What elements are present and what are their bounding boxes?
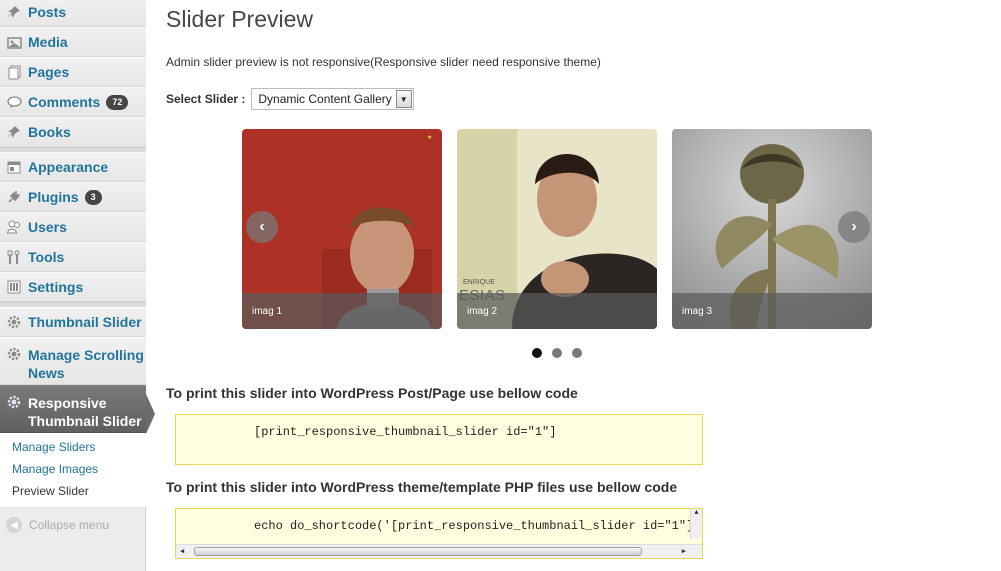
slide-2-overlay-text: ENRIQUE <box>463 279 495 286</box>
menu-label: Appearance <box>28 159 109 175</box>
php-shortcode[interactable]: echo do_shortcode('[print_responsive_thu… <box>254 519 702 533</box>
menu-item-manage-scrolling-news[interactable]: Manage Scrolling News <box>0 337 146 385</box>
slide-caption: imag 3 <box>682 306 713 317</box>
horizontal-scrollbar[interactable]: ◀ ▶ <box>176 544 702 558</box>
menu-label: Responsive Thumbnail Slider <box>28 395 142 429</box>
slider-dot-1[interactable] <box>532 348 542 358</box>
post-shortcode[interactable]: [print_responsive_thumbnail_slider id="1… <box>254 425 556 439</box>
submenu-manage-sliders[interactable]: Manage Sliders <box>0 439 146 461</box>
menu-label: Tools <box>28 249 65 265</box>
chevron-right-icon: › <box>851 218 857 235</box>
menu-item-posts[interactable]: Posts <box>0 0 146 27</box>
php-code-box[interactable]: echo do_shortcode('[print_responsive_thu… <box>175 508 703 559</box>
menu-label: Plugins <box>28 189 79 205</box>
select-slider-value: Dynamic Content Gallery <box>258 92 392 106</box>
select-slider-row: Select Slider : Dynamic Content Gallery … <box>166 88 414 110</box>
menu-item-pages[interactable]: Pages <box>0 57 146 87</box>
gear-icon <box>6 394 22 410</box>
menu-item-books[interactable]: Books <box>0 117 146 147</box>
admin-sidebar: Posts Media Pages Comments 72 Books Appe… <box>0 0 155 571</box>
menu-item-media[interactable]: Media <box>0 27 146 57</box>
slide-image-2: ENRIQUE ESIAS imag 2 <box>457 129 657 329</box>
menu-label: Thumbnail Slider <box>28 314 142 330</box>
tools-icon <box>6 249 22 265</box>
appearance-icon <box>6 159 22 175</box>
submenu-manage-images[interactable]: Manage Images <box>0 461 146 483</box>
php-code-heading: To print this slider into WordPress them… <box>166 479 678 495</box>
page-title: Slider Preview <box>166 6 313 32</box>
menu-label: Books <box>28 124 71 140</box>
scroll-left-arrow-icon[interactable]: ◀ <box>180 547 184 556</box>
slider-dot-2[interactable] <box>552 348 562 358</box>
vertical-scrollbar[interactable]: ▲ <box>690 509 702 539</box>
slide-caption: imag 1 <box>252 306 283 317</box>
select-slider-dropdown[interactable]: Dynamic Content Gallery ▼ <box>251 88 414 110</box>
scrollbar-thumb[interactable] <box>194 547 642 556</box>
slider-next-button[interactable]: › <box>838 211 870 243</box>
submenu: Manage Sliders Manage Images Preview Sli… <box>0 433 146 507</box>
responsive-notice: Admin slider preview is not responsive(R… <box>166 55 601 69</box>
gear-icon <box>6 346 22 362</box>
menu-label: Manage Scrolling News <box>28 347 144 381</box>
post-code-heading: To print this slider into WordPress Post… <box>166 385 578 401</box>
plugins-count-badge: 3 <box>84 189 102 205</box>
menu-item-plugins[interactable]: Plugins 3 <box>0 182 146 212</box>
menu-item-appearance[interactable]: Appearance <box>0 152 146 182</box>
menu-label: Comments <box>28 94 101 110</box>
menu-item-settings[interactable]: Settings <box>0 272 146 302</box>
select-slider-label: Select Slider : <box>166 92 246 106</box>
menu-item-thumbnail-slider[interactable]: Thumbnail Slider <box>0 307 146 337</box>
gear-icon <box>6 314 22 330</box>
post-code-box[interactable]: [print_responsive_thumbnail_slider id="1… <box>175 414 703 465</box>
slider-prev-button[interactable]: ‹ <box>246 211 278 243</box>
menu-label: Posts <box>28 4 67 20</box>
collapse-menu-label: Collapse menu <box>29 518 110 532</box>
collapse-menu-button[interactable]: ◀ Collapse menu <box>0 513 146 537</box>
chevron-left-icon: ‹ <box>259 218 265 235</box>
menu-label: Media <box>28 34 68 50</box>
menu-item-users[interactable]: Users <box>0 212 146 242</box>
menu-item-comments[interactable]: Comments 72 <box>0 87 146 117</box>
slide-caption: imag 2 <box>467 306 498 317</box>
menu-label: Settings <box>28 279 84 295</box>
pages-icon <box>6 64 22 80</box>
svg-text:★: ★ <box>427 134 432 141</box>
menu-item-responsive-thumbnail-slider[interactable]: Responsive Thumbnail Slider <box>0 385 146 433</box>
menu-label: Pages <box>28 64 70 80</box>
scroll-right-arrow-icon[interactable]: ▶ <box>682 547 686 556</box>
menu-item-tools[interactable]: Tools <box>0 242 146 272</box>
settings-icon <box>6 279 22 295</box>
users-icon <box>6 219 22 235</box>
comments-count-badge: 72 <box>106 94 129 110</box>
plugin-icon <box>6 189 22 205</box>
comments-icon <box>6 94 22 110</box>
slider-dot-3[interactable] <box>572 348 582 358</box>
pushpin-icon <box>6 4 22 20</box>
pushpin-icon <box>6 124 22 140</box>
chevron-down-icon[interactable]: ▼ <box>395 90 412 108</box>
collapse-arrow-icon: ◀ <box>6 517 22 533</box>
main-content: Slider Preview Admin slider preview is n… <box>146 0 1001 571</box>
menu-label: Users <box>28 219 67 235</box>
media-icon <box>6 34 22 50</box>
submenu-preview-slider[interactable]: Preview Slider <box>0 483 146 505</box>
